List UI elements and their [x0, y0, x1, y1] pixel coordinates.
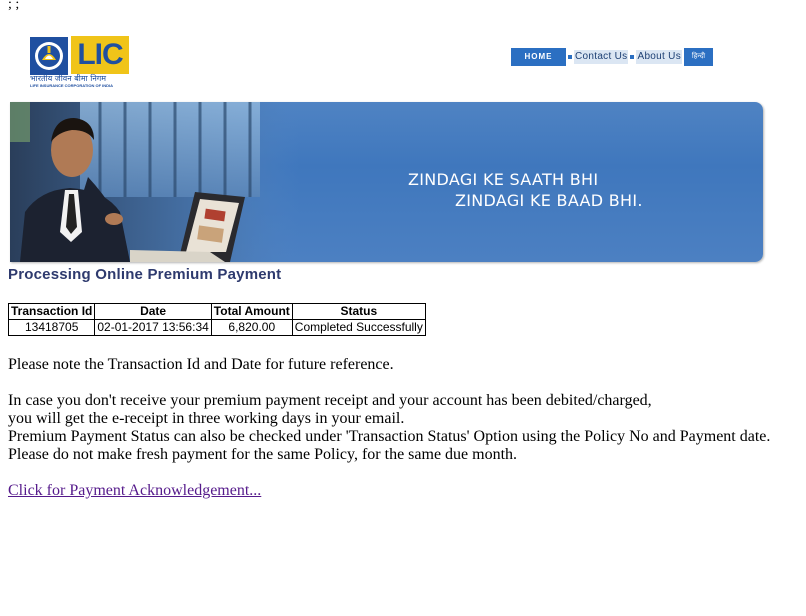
- info-line-3: Premium Payment Status can also be check…: [8, 428, 771, 445]
- info-paragraph: In case you don't receive your premium p…: [8, 392, 770, 464]
- header-date: Date: [94, 303, 212, 320]
- nav-hindi-button[interactable]: हिन्दी: [684, 48, 714, 66]
- lic-logo-english: LIFE INSURANCE CORPORATION OF INDIA: [30, 83, 114, 88]
- lic-logo[interactable]: LIC भारतीय जीवन बीमा निगम LIFE INSURANCE…: [30, 36, 130, 88]
- info-line-2: you will get the e-receipt in three work…: [8, 410, 405, 427]
- cell-total-amount: 6,820.00: [210, 319, 293, 336]
- info-line-4: Please do not make fresh payment for the…: [8, 446, 518, 463]
- cell-date: 02-01-2017 13:56:34: [94, 319, 212, 336]
- cell-status: Completed Successfully: [291, 319, 426, 336]
- reference-note: Please note the Transaction Id and Date …: [8, 356, 394, 373]
- nav-separator: [568, 55, 572, 59]
- top-nav: HOME Contact Us About Us हिन्दी: [511, 48, 714, 66]
- businessman-laptop-image: [10, 102, 300, 262]
- nav-separator: [630, 55, 635, 59]
- header-total-amount: Total Amount: [210, 303, 293, 320]
- header-transaction-id: Transaction Id: [7, 303, 96, 320]
- nav-contact-link[interactable]: Contact Us: [574, 50, 629, 64]
- cell-transaction-id: 13418705: [7, 319, 96, 336]
- info-line-1: In case you don't receive your premium p…: [8, 392, 652, 409]
- tagline-line1: ZINDAGI KE SAATH BHI: [408, 170, 599, 189]
- header-status: Status: [291, 303, 426, 320]
- stray-text: ; ;: [8, 0, 20, 12]
- tagline-line2: ZINDAGI KE BAAD BHI.: [455, 191, 643, 210]
- lic-emblem-icon: [30, 37, 68, 75]
- nav-about-link[interactable]: About Us: [636, 50, 683, 64]
- lic-logo-hindi: भारतीय जीवन बीमा निगम: [30, 74, 107, 83]
- transaction-table: Transaction Id Date Total Amount Status …: [7, 303, 426, 336]
- page-title: Processing Online Premium Payment: [8, 266, 282, 283]
- table-header-row: Transaction Id Date Total Amount Status: [7, 303, 426, 320]
- hero-banner: ZINDAGI KE SAATH BHI ZINDAGI KE BAAD BHI…: [10, 102, 763, 262]
- nav-home-button[interactable]: HOME: [511, 48, 566, 66]
- lic-logo-text: LIC: [71, 36, 129, 74]
- payment-acknowledgement-link[interactable]: Click for Payment Acknowledgement...: [8, 482, 261, 500]
- table-row: 13418705 02-01-2017 13:56:34 6,820.00 Co…: [7, 319, 426, 336]
